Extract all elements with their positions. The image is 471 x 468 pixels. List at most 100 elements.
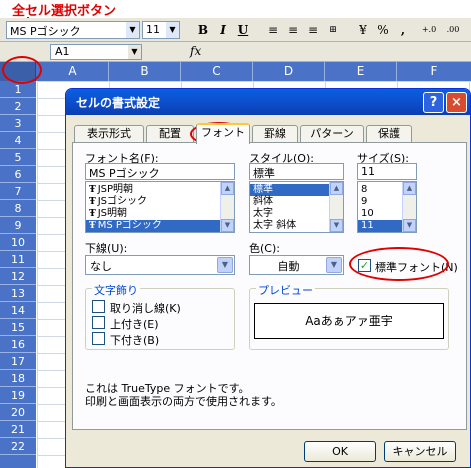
row-header[interactable]: 4: [0, 132, 36, 149]
strikethrough-label[interactable]: 取り消し線(K): [110, 300, 181, 316]
cancel-button[interactable]: キャンセル: [384, 441, 456, 462]
subscript-checkbox[interactable]: [92, 332, 105, 345]
row-header[interactable]: 15: [0, 319, 36, 336]
style-input[interactable]: 標準: [249, 163, 344, 180]
comma-style-icon[interactable]: ,: [394, 21, 412, 39]
fx-icon[interactable]: fx: [190, 44, 201, 58]
column-header-c[interactable]: C: [181, 62, 253, 81]
scroll-up-icon[interactable]: ▲: [330, 182, 343, 195]
chevron-down-icon[interactable]: ▼: [217, 257, 233, 273]
row-header[interactable]: 5: [0, 149, 36, 166]
align-left-icon[interactable]: ≡: [264, 21, 282, 39]
column-header-e[interactable]: E: [325, 62, 397, 81]
row-header[interactable]: 11: [0, 251, 36, 268]
font-name-value: MS Pゴシック: [10, 25, 81, 38]
font-name-input[interactable]: MS Pゴシック: [85, 163, 235, 180]
row-header[interactable]: 17: [0, 353, 36, 370]
row-header[interactable]: 19: [0, 387, 36, 404]
row-headers: 1 2 3 4 5 6 7 8 9 10 11 12 13 14 15 16 1…: [0, 81, 36, 468]
color-select[interactable]: 自動 ▼: [249, 255, 344, 275]
style-list-scrollbar[interactable]: ▲ ▼: [329, 182, 343, 232]
currency-icon[interactable]: ¥: [354, 21, 372, 39]
row-header[interactable]: 7: [0, 183, 36, 200]
size-input[interactable]: 11: [357, 163, 417, 180]
row-header[interactable]: 8: [0, 200, 36, 217]
row-header[interactable]: 9: [0, 217, 36, 234]
chevron-down-icon[interactable]: ▼: [326, 257, 342, 273]
truetype-icon: Ŧ: [89, 197, 96, 207]
tab-pattern[interactable]: パターン: [300, 125, 364, 143]
scroll-down-icon[interactable]: ▼: [221, 219, 234, 232]
scroll-down-icon[interactable]: ▼: [330, 219, 343, 232]
name-box[interactable]: A1 ▼: [50, 44, 142, 60]
normal-font-checkbox[interactable]: ✓: [358, 259, 371, 272]
row-header[interactable]: 22: [0, 438, 36, 455]
column-header-f[interactable]: F: [397, 62, 471, 81]
color-value: 自動: [277, 260, 300, 273]
font-name-box[interactable]: MS Pゴシック ▼: [6, 21, 140, 39]
ok-button[interactable]: OK: [304, 441, 376, 462]
column-header-d[interactable]: D: [253, 62, 325, 81]
font-list-scrollbar[interactable]: ▲ ▼: [220, 182, 234, 232]
format-cells-dialog: セルの書式設定 ? × 表示形式 配置 フォント 罫線 パターン 保護 フォント…: [65, 88, 471, 468]
bold-button[interactable]: B: [194, 21, 212, 39]
help-button[interactable]: ?: [423, 92, 444, 113]
dialog-titlebar[interactable]: セルの書式設定 ? ×: [66, 89, 470, 115]
merge-center-icon[interactable]: ⊞: [324, 21, 342, 39]
chevron-down-icon[interactable]: ▼: [126, 22, 139, 38]
tab-border[interactable]: 罫線: [252, 125, 298, 143]
tab-protection[interactable]: 保護: [366, 125, 412, 143]
italic-button[interactable]: I: [214, 21, 232, 39]
row-header[interactable]: 12: [0, 268, 36, 285]
subscript-label[interactable]: 下付き(B): [110, 332, 159, 348]
row-header[interactable]: 21: [0, 421, 36, 438]
tab-number-format[interactable]: 表示形式: [74, 125, 144, 143]
row-header[interactable]: 14: [0, 302, 36, 319]
row-header[interactable]: 1: [0, 81, 36, 98]
chevron-down-icon[interactable]: ▼: [166, 22, 179, 38]
row-header[interactable]: 20: [0, 404, 36, 421]
superscript-label[interactable]: 上付き(E): [110, 316, 159, 332]
list-item[interactable]: Ŧ JSP明朝: [86, 184, 234, 196]
normal-font-label[interactable]: 標準フォント(N): [375, 259, 458, 275]
tab-alignment[interactable]: 配置: [146, 125, 194, 143]
align-right-icon[interactable]: ≡: [304, 21, 322, 39]
scroll-up-icon[interactable]: ▲: [221, 182, 234, 195]
column-header-a[interactable]: A: [37, 62, 109, 81]
row-header[interactable]: 6: [0, 166, 36, 183]
effects-group: 文字飾り 取り消し線(K) 上付き(E) 下付き(B): [85, 282, 235, 350]
font-name-list[interactable]: Ŧ JSP明朝 Ŧ JSゴシック Ŧ JS明朝 Ŧ MS Pゴシック ▲ ▼: [85, 181, 235, 233]
superscript-checkbox[interactable]: [92, 316, 105, 329]
truetype-icon: Ŧ: [89, 221, 96, 231]
percent-icon[interactable]: %: [374, 21, 392, 39]
size-list[interactable]: 8 9 10 11 ▲ ▼: [357, 181, 417, 233]
tab-font[interactable]: フォント: [196, 123, 250, 144]
list-item-selected[interactable]: Ŧ MS Pゴシック: [86, 220, 234, 232]
decrease-decimal-icon[interactable]: .00: [444, 21, 462, 39]
font-size-box[interactable]: 11 ▼: [142, 21, 180, 39]
row-header[interactable]: 2: [0, 98, 36, 115]
list-item[interactable]: Ŧ JS明朝: [86, 208, 234, 220]
strikethrough-checkbox[interactable]: [92, 300, 105, 313]
row-header[interactable]: 10: [0, 234, 36, 251]
underline-button[interactable]: U: [234, 21, 252, 39]
row-header[interactable]: 16: [0, 336, 36, 353]
scroll-down-icon[interactable]: ▼: [403, 219, 416, 232]
row-header[interactable]: 13: [0, 285, 36, 302]
size-list-scrollbar[interactable]: ▲ ▼: [402, 182, 416, 232]
close-button[interactable]: ×: [446, 92, 467, 113]
chevron-down-icon[interactable]: ▼: [128, 45, 141, 59]
formula-bar: A1 ▼ fx: [0, 42, 471, 62]
scroll-up-icon[interactable]: ▲: [403, 182, 416, 195]
underline-select[interactable]: なし ▼: [85, 255, 235, 275]
select-all-button[interactable]: [0, 62, 36, 81]
list-item[interactable]: Ŧ JSゴシック: [86, 196, 234, 208]
align-center-icon[interactable]: ≡: [284, 21, 302, 39]
increase-decimal-icon[interactable]: +.0: [420, 21, 438, 39]
font-tab-panel: フォント名(F): MS Pゴシック Ŧ JSP明朝 Ŧ JSゴシック Ŧ JS明朝 …: [72, 142, 467, 430]
row-header[interactable]: 3: [0, 115, 36, 132]
row-header[interactable]: 18: [0, 370, 36, 387]
style-list[interactable]: 標準 斜体 太字 太字 斜体 ▲ ▼: [249, 181, 344, 233]
column-header-b[interactable]: B: [109, 62, 181, 81]
truetype-icon: Ŧ: [89, 209, 96, 219]
